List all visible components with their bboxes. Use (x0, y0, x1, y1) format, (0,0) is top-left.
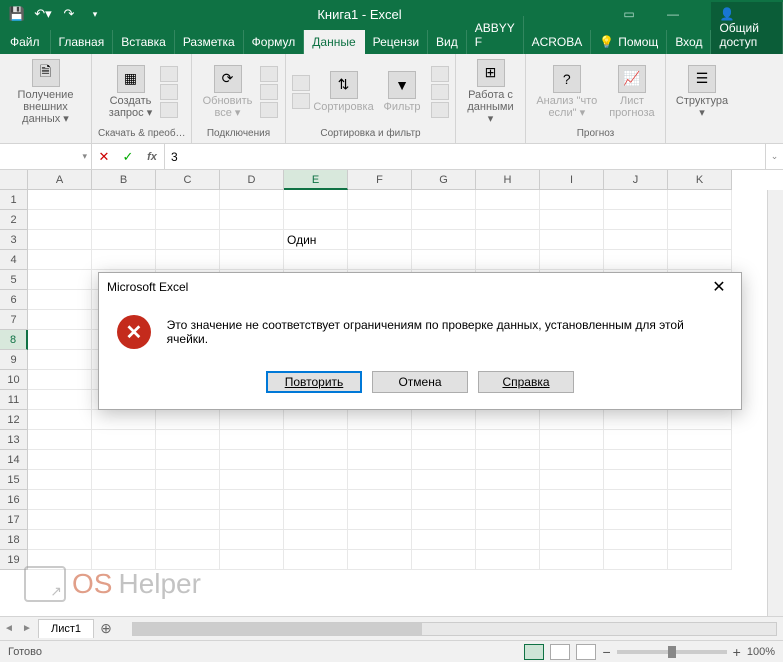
status-ready: Готово (8, 646, 42, 658)
dialog-close-button[interactable]: ✕ (705, 273, 733, 301)
error-dialog: Microsoft Excel ✕ Это значение не соотве… (98, 272, 742, 410)
cancel-button[interactable]: Отмена (372, 371, 468, 393)
retry-button[interactable]: Повторить (266, 371, 362, 393)
dialog-title: Microsoft Excel (107, 280, 188, 294)
dialog-titlebar: Microsoft Excel ✕ (99, 273, 741, 301)
dialog-message: Это значение не соответствует ограничени… (167, 318, 723, 346)
help-button[interactable]: Справка (478, 371, 574, 393)
error-icon (117, 315, 151, 349)
zoom-level[interactable]: 100% (747, 646, 775, 658)
dialog-overlay: Microsoft Excel ✕ Это значение не соотве… (0, 0, 783, 646)
zoom-slider[interactable] (617, 650, 727, 654)
